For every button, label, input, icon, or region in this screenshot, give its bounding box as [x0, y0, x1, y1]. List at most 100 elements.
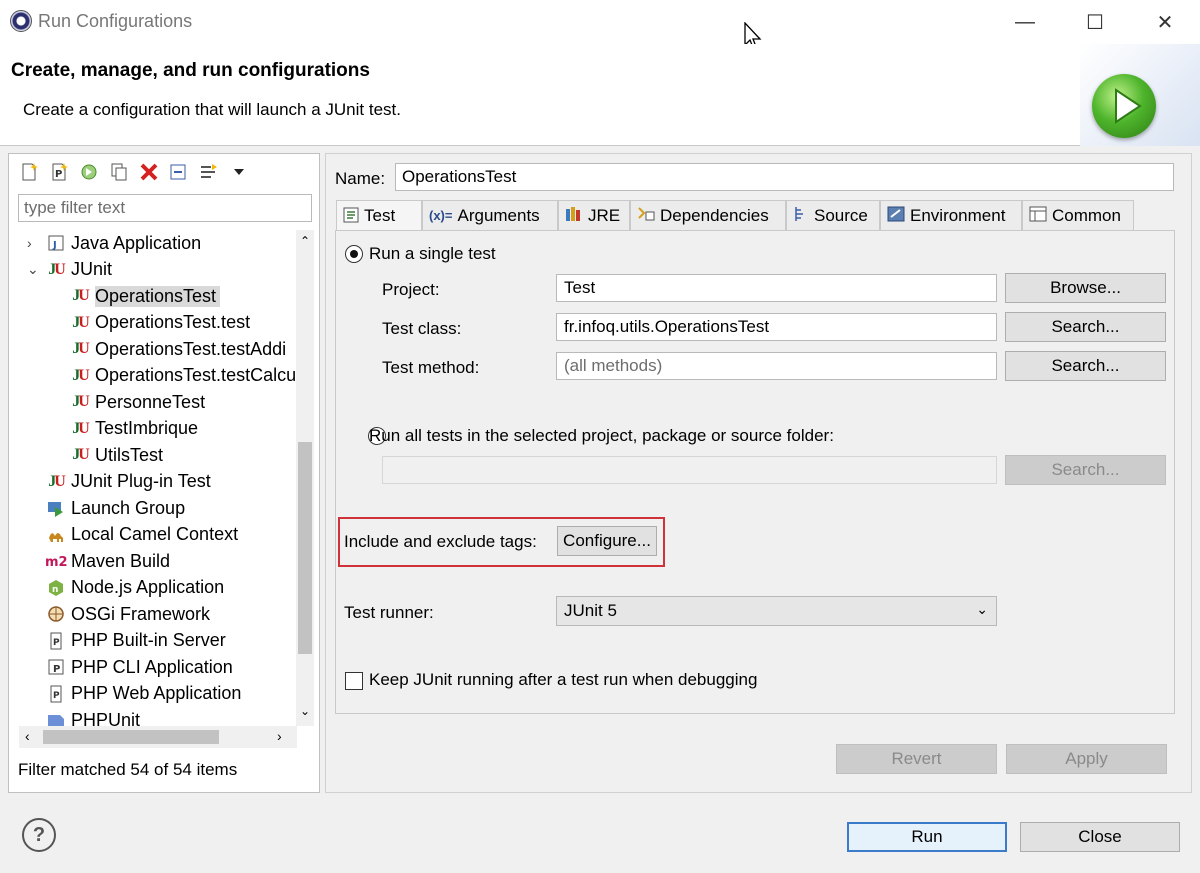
tree-item-label: UtilsTest [95, 444, 164, 465]
tree-item-label: OperationsTest.test [95, 312, 251, 332]
delete-configuration-icon[interactable] [137, 160, 161, 184]
junit-icon: JU [48, 260, 65, 278]
tree-item-label: PHP Built-in Server [71, 630, 226, 650]
tab-environment[interactable]: Environment [880, 200, 1022, 230]
tab-arguments[interactable]: (x)= Arguments [422, 200, 558, 230]
all-tests-label: Run all tests in the selected project, p… [369, 426, 834, 445]
tree-horizontal-scrollbar[interactable]: ‹ › [19, 726, 297, 748]
tree-item[interactable]: JU PersonneTest [69, 389, 205, 415]
tab-label: Arguments [457, 205, 540, 225]
tree-item[interactable]: Launch Group [45, 495, 185, 521]
collapse-all-icon[interactable] [167, 160, 191, 184]
tab-test[interactable]: Test [336, 200, 422, 231]
tree-item[interactable]: n Node.js Application [45, 575, 224, 601]
tree-item[interactable]: P PHP Built-in Server [45, 628, 226, 654]
svg-text:P: P [53, 638, 60, 648]
tree-item[interactable]: ⌄ JU JUnit [27, 257, 112, 283]
junit-icon: JU [72, 419, 89, 437]
tab-dependencies[interactable]: Dependencies [630, 200, 786, 230]
tab-common[interactable]: Common [1022, 200, 1134, 230]
test-runner-select[interactable]: JUnit 5 ⌄ [556, 596, 997, 626]
tree-item[interactable]: JU UtilsTest [69, 442, 163, 468]
scroll-left-chevron-icon[interactable]: ‹ [25, 728, 30, 744]
tree-item[interactable]: JU TestImbrique [69, 416, 198, 442]
header-description: Create a configuration that will launch … [23, 100, 401, 119]
configuration-list-pane: P › J Java Application ⌄ JU JUnit JU Operations… [8, 153, 320, 793]
test-runner-label: Test runner: [344, 603, 434, 622]
junit-icon: JU [72, 366, 89, 384]
run-play-icon [1092, 74, 1156, 138]
close-window-button[interactable]: ✕ [1130, 0, 1200, 44]
name-field[interactable] [395, 163, 1174, 191]
tree-item[interactable]: › J Java Application [27, 230, 201, 256]
tree-item[interactable]: JU OperationsTest.testAddi [69, 336, 286, 362]
browse-button[interactable]: Browse... [1005, 273, 1166, 303]
tree-item[interactable]: JU OperationsTest.test [69, 310, 250, 336]
expand-chevron-icon[interactable]: › [27, 235, 32, 251]
junit-plugin-icon: JU [48, 472, 65, 490]
test-tab-icon [343, 207, 359, 226]
scroll-down-chevron-icon[interactable]: ⌄ [296, 704, 314, 718]
tree-item-label: OperationsTest [95, 285, 221, 307]
view-menu-chevron-down-icon[interactable] [227, 160, 251, 184]
search-method-button[interactable]: Search... [1005, 351, 1166, 381]
chevron-down-icon: ⌄ [976, 601, 988, 617]
scroll-right-chevron-icon[interactable]: › [277, 728, 282, 744]
tree-item[interactable]: OSGi Framework [45, 601, 210, 627]
project-field[interactable]: Test [556, 274, 997, 302]
svg-text:P: P [53, 664, 60, 675]
run-button[interactable]: Run [847, 822, 1007, 852]
export-configuration-icon[interactable] [77, 160, 101, 184]
jre-tab-icon [565, 206, 583, 225]
tree-item-label: PHP CLI Application [71, 656, 233, 677]
svg-text:m2: m2 [45, 555, 67, 569]
scroll-thumb-horizontal[interactable] [43, 730, 219, 744]
search-class-button[interactable]: Search... [1005, 312, 1166, 342]
tree-item[interactable]: m2 Maven Build [45, 548, 170, 574]
test-method-field[interactable]: (all methods) [556, 352, 997, 380]
close-button[interactable]: Close [1020, 822, 1180, 852]
tags-label: Include and exclude tags: [344, 532, 537, 551]
collapse-chevron-icon[interactable]: ⌄ [27, 261, 39, 278]
new-configuration-icon[interactable] [17, 160, 41, 184]
minimize-button[interactable]: — [990, 0, 1060, 44]
tree-item[interactable]: JU OperationsTest [69, 283, 221, 309]
new-prototype-icon[interactable]: P [47, 160, 71, 184]
dependencies-tab-icon [637, 206, 655, 225]
tree-item[interactable]: P PHP CLI Application [45, 654, 233, 680]
single-test-radio[interactable] [345, 245, 363, 263]
junit-icon: JU [72, 313, 89, 331]
tree-item-label: JUnit Plug-in Test [71, 471, 211, 491]
tree-vertical-scrollbar[interactable]: ⌃ ⌄ [296, 230, 314, 726]
config-tabs: Test (x)= Arguments JRE Dependencies Source En… [336, 200, 1166, 231]
tab-label: Environment [910, 205, 1006, 225]
filter-input[interactable] [18, 194, 312, 222]
scroll-up-chevron-icon[interactable]: ⌃ [296, 234, 314, 248]
tree-item[interactable]: JU JUnit Plug-in Test [45, 469, 211, 495]
scroll-thumb[interactable] [298, 442, 312, 654]
junit-icon: JU [72, 446, 89, 463]
maximize-button[interactable]: ☐ [1060, 0, 1130, 44]
help-icon[interactable]: ? [22, 818, 56, 852]
tab-source[interactable]: Source [786, 200, 880, 230]
tree-item[interactable]: P PHP Web Application [45, 681, 241, 707]
tab-jre[interactable]: JRE [558, 200, 630, 230]
tree-item[interactable]: Local Camel Context [45, 522, 238, 548]
configuration-editor-pane: Name: Test (x)= Arguments JRE Dependencies So… [325, 153, 1192, 793]
tab-label: Dependencies [660, 205, 769, 225]
svg-text:P: P [53, 691, 60, 701]
container-field [382, 456, 997, 484]
configure-tags-button[interactable]: Configure... [557, 526, 657, 556]
tree-item[interactable]: PHPUnit [45, 707, 140, 726]
php-cli-icon: P [45, 656, 67, 678]
junit-icon: JU [72, 287, 89, 304]
eclipse-icon [10, 10, 32, 32]
duplicate-configuration-icon[interactable] [107, 160, 131, 184]
single-test-label: Run a single test [369, 244, 496, 263]
test-class-field[interactable]: fr.infoq.utils.OperationsTest [556, 313, 997, 341]
apply-button: Apply [1006, 744, 1167, 774]
filter-configurations-icon[interactable] [197, 160, 221, 184]
keep-running-checkbox[interactable] [345, 672, 363, 690]
tree-item[interactable]: JU OperationsTest.testCalcu [69, 363, 296, 389]
keep-running-label: Keep JUnit running after a test run when… [369, 670, 758, 689]
